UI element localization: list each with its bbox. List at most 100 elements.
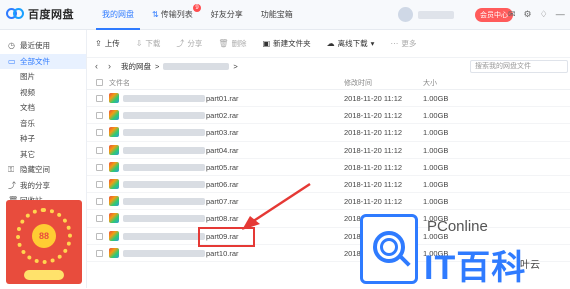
promo-button[interactable] — [24, 270, 64, 280]
rar-file-icon — [109, 93, 119, 103]
file-name[interactable]: part05.rar — [123, 163, 239, 172]
sidebar-item-other[interactable]: 其它 — [0, 147, 86, 163]
sidebar-item-label: 我的分享 — [20, 180, 50, 190]
row-checkbox[interactable] — [96, 249, 103, 257]
sidebar-item-hidden-space[interactable]: ⚿ 隐藏空间 — [0, 162, 86, 178]
file-name[interactable]: part07.rar — [123, 197, 239, 206]
rar-file-icon — [109, 127, 119, 138]
user-area: 会员中心 — [398, 7, 513, 22]
table-row[interactable]: part04.rar 2018-11-20 11:12 1.00GB — [87, 142, 570, 159]
row-checkbox[interactable] — [96, 198, 103, 206]
table-row[interactable]: part02.rar 2018-11-20 11:12 1.00GB — [87, 107, 570, 125]
sidebar-item-my-share[interactable]: ⤴ 我的分享 — [0, 178, 86, 194]
tab-friend-share[interactable]: 好友分享 — [205, 0, 249, 30]
window-controls: ✉ ⚙ ♢ — — [508, 9, 565, 20]
minimize-icon[interactable]: — — [556, 9, 565, 20]
table-row[interactable]: part05.rar 2018-11-20 11:12 1.00GB — [87, 159, 570, 176]
tab-label: 传输列表 — [160, 10, 193, 19]
file-name[interactable]: part04.rar — [123, 146, 239, 155]
sidebar-item-videos[interactable]: 视频 — [0, 85, 86, 101]
share-label: 分享 — [187, 39, 203, 48]
column-modified-time[interactable]: 修改时间 — [344, 78, 372, 88]
sidebar-item-label: 音乐 — [20, 118, 35, 128]
file-time: 2018-11-20 11:12 — [344, 145, 403, 155]
sidebar-item-torrents[interactable]: 种子 — [0, 131, 86, 147]
breadcrumb-folder-blurred[interactable] — [163, 62, 230, 70]
sidebar-item-all-files[interactable]: ▭ 全部文件 — [0, 53, 86, 69]
app-logo[interactable]: 百度网盘 — [6, 6, 74, 22]
mail-icon[interactable]: ✉ — [508, 9, 516, 20]
download-label: 下载 — [145, 39, 161, 48]
breadcrumb-root[interactable]: 我的网盘 — [121, 61, 151, 72]
file-time: 2018-11-20 11:12 — [344, 111, 403, 121]
trash-icon: 🗑 — [218, 39, 229, 48]
file-name[interactable]: part03.rar — [123, 128, 239, 137]
table-row[interactable]: part01.rar 2018-11-20 11:12 1.00GB — [87, 90, 570, 108]
row-checkbox[interactable] — [96, 232, 103, 240]
file-size: 1.00GB — [423, 128, 449, 138]
breadcrumb-separator: > — [233, 61, 238, 71]
promo-banner[interactable]: 88 — [6, 200, 82, 284]
watermark-brand: PConline — [427, 218, 488, 235]
file-name-blurred — [123, 198, 205, 206]
back-icon[interactable]: ‹ — [95, 61, 98, 71]
tab-toolbox[interactable]: 功能宝箱 — [255, 0, 299, 30]
new-folder-button[interactable]: ▣ 新建文件夹 — [263, 38, 311, 49]
sidebar-item-music[interactable]: 音乐 — [0, 116, 86, 132]
share-icon: ⤴ — [8, 180, 16, 190]
file-name-blurred — [123, 180, 205, 188]
forward-icon[interactable]: › — [108, 61, 111, 71]
select-all-checkbox[interactable] — [96, 79, 103, 86]
delete-button[interactable]: 🗑 删除 — [218, 38, 246, 49]
upload-button[interactable]: ⇪ 上传 — [95, 38, 120, 49]
row-checkbox[interactable] — [96, 129, 103, 137]
share-button[interactable]: ⤴ 分享 — [176, 38, 202, 49]
table-row[interactable]: part07.rar 2018-11-20 11:12 1.00GB — [87, 193, 570, 211]
sidebar-item-label: 视频 — [20, 87, 35, 97]
table-row[interactable]: part03.rar 2018-11-20 11:12 1.00GB — [87, 124, 570, 142]
file-name-suffix: part06.rar — [206, 179, 239, 189]
shirt-icon[interactable]: ♢ — [540, 9, 548, 20]
clock-icon: ◷ — [8, 41, 15, 50]
app-logo-text: 百度网盘 — [28, 9, 74, 21]
sidebar-item-recent[interactable]: ◷ 最近使用 — [0, 38, 86, 54]
file-name[interactable]: part06.rar — [123, 180, 239, 189]
file-name[interactable]: part10.rar — [123, 249, 239, 258]
new-folder-label: 新建文件夹 — [273, 39, 311, 48]
file-time: 2018-11-20 11:12 — [344, 179, 403, 189]
more-button[interactable]: ⋯ 更多 — [390, 38, 416, 49]
column-size[interactable]: 大小 — [423, 78, 437, 88]
row-checkbox[interactable] — [96, 215, 103, 223]
file-name-suffix: part08.rar — [206, 214, 239, 224]
file-name-suffix: part03.rar — [206, 128, 239, 138]
search-input[interactable]: 搜索我的网盘文件 — [470, 60, 568, 73]
file-time: 2018-11-20 11:12 — [344, 128, 403, 138]
lens-inner — [380, 238, 398, 256]
column-name[interactable]: 文件名 — [109, 78, 130, 88]
tab-transfer-list[interactable]: ⇅ 传输列表 9 — [146, 0, 201, 30]
sidebar-item-images[interactable]: 图片 — [0, 69, 86, 85]
download-button[interactable]: ⇩ 下载 — [136, 38, 161, 49]
file-name[interactable]: part02.rar — [123, 111, 239, 120]
avatar[interactable] — [398, 7, 413, 22]
file-name-blurred — [123, 129, 205, 137]
username-blurred[interactable] — [418, 10, 454, 19]
row-checkbox[interactable] — [96, 180, 103, 188]
row-checkbox[interactable] — [96, 163, 103, 171]
tab-my-disk[interactable]: 我的网盘 — [96, 0, 140, 30]
file-name[interactable]: part01.rar — [123, 94, 239, 103]
row-checkbox[interactable] — [96, 95, 103, 102]
tab-label: 功能宝箱 — [260, 10, 293, 19]
offline-download-button[interactable]: ☁ 离线下载 ▾ — [327, 38, 375, 49]
row-checkbox[interactable] — [96, 146, 103, 154]
file-name[interactable]: part08.rar — [123, 214, 239, 223]
file-size: 1.00GB — [423, 145, 449, 155]
file-name-blurred — [123, 163, 205, 171]
gear-icon[interactable]: ⚙ — [524, 9, 532, 20]
more-label: 更多 — [401, 39, 417, 48]
table-row[interactable]: part06.rar 2018-11-20 11:12 1.00GB — [87, 176, 570, 194]
sidebar-item-documents[interactable]: 文档 — [0, 100, 86, 116]
row-checkbox[interactable] — [96, 112, 103, 120]
file-name-suffix: part02.rar — [206, 111, 239, 121]
share-icon: ⤴ — [176, 39, 185, 48]
